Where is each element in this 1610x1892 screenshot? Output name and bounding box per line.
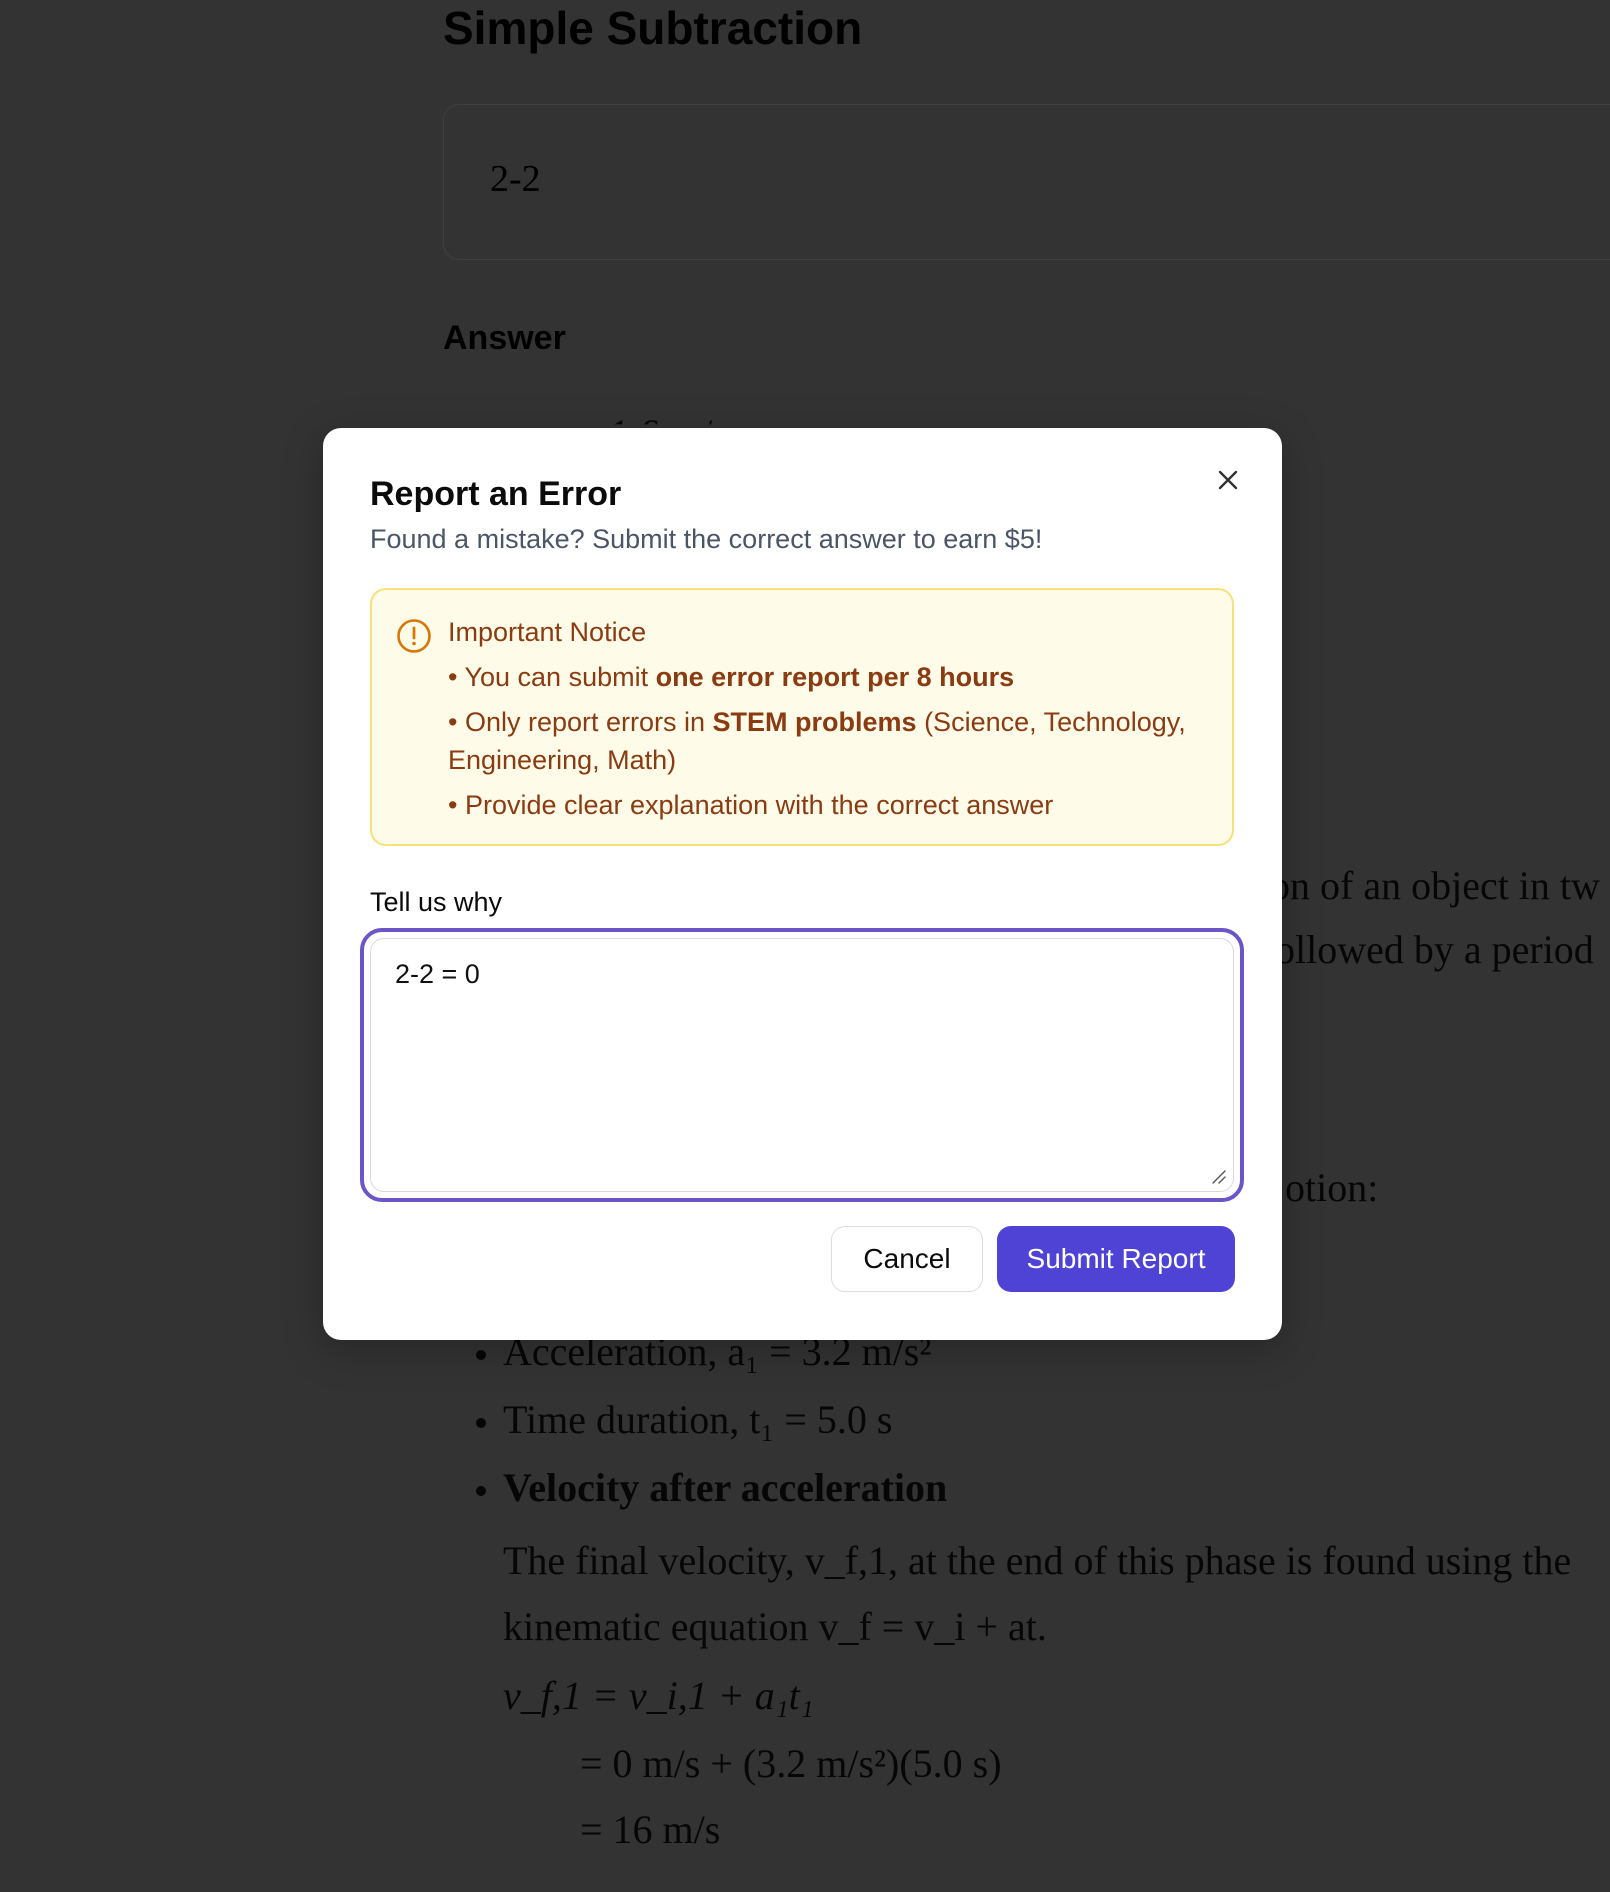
equation-line-3: = 16 m/s — [580, 1807, 721, 1852]
report-error-modal: Report an Error Found a mistake? Submit … — [323, 428, 1282, 1340]
cancel-button[interactable]: Cancel — [831, 1226, 983, 1292]
close-icon — [1218, 470, 1238, 490]
bullet-dot — [476, 1350, 486, 1360]
solution-paragraph-2: kinematic equation v_f = v_i + at. — [503, 1604, 1047, 1649]
notice-item: • You can submit one error report per 8 … — [448, 662, 1015, 692]
solution-line-tail-2: ollowed by a period — [1275, 927, 1594, 972]
modal-subtitle: Found a mistake? Submit the correct answ… — [370, 524, 1043, 554]
page-title: Simple Subtraction — [443, 2, 863, 54]
reason-field-focus-ring: 2-2 = 0 — [360, 928, 1244, 1202]
answer-heading: Answer — [443, 319, 566, 357]
velocity-heading: Velocity after acceleration — [503, 1465, 948, 1510]
notice-list: • You can submit one error report per 8 … — [448, 658, 1208, 831]
notice-item: • Only report errors in STEM problems (S… — [448, 707, 1186, 775]
exclamation-circle-icon — [397, 619, 431, 653]
solution-line-tail-3: otion: — [1285, 1165, 1379, 1210]
equation-line-2: = 0 m/s + (3.2 m/s²)(5.0 s) — [580, 1741, 1002, 1786]
question-box: 2-2 — [443, 104, 1610, 260]
solution-line-tail-1: on of an object in tw — [1270, 863, 1600, 908]
close-button[interactable] — [1208, 460, 1248, 500]
resize-handle-icon[interactable] — [1210, 1168, 1226, 1184]
bullet-dot — [476, 1418, 486, 1428]
modal-title: Report an Error — [370, 475, 622, 513]
equation-line-1: v_f,1 = v_i,1 + a₁t₁ — [503, 1673, 814, 1718]
bullet-dot — [476, 1486, 486, 1496]
question-text: 2-2 — [490, 158, 541, 200]
notice-item: • Provide clear explanation with the cor… — [448, 790, 1054, 820]
solution-paragraph-1: The final velocity, v_f,1, at the end of… — [503, 1538, 1572, 1583]
reason-label: Tell us why — [370, 887, 503, 917]
given-time: Time duration, t₁ = 5.0 s — [503, 1397, 893, 1442]
notice-title: Important Notice — [448, 617, 647, 647]
important-notice: Important Notice • You can submit one er… — [370, 588, 1234, 846]
submit-report-button[interactable]: Submit Report — [997, 1226, 1235, 1292]
reason-textarea[interactable]: 2-2 = 0 — [370, 938, 1234, 1192]
